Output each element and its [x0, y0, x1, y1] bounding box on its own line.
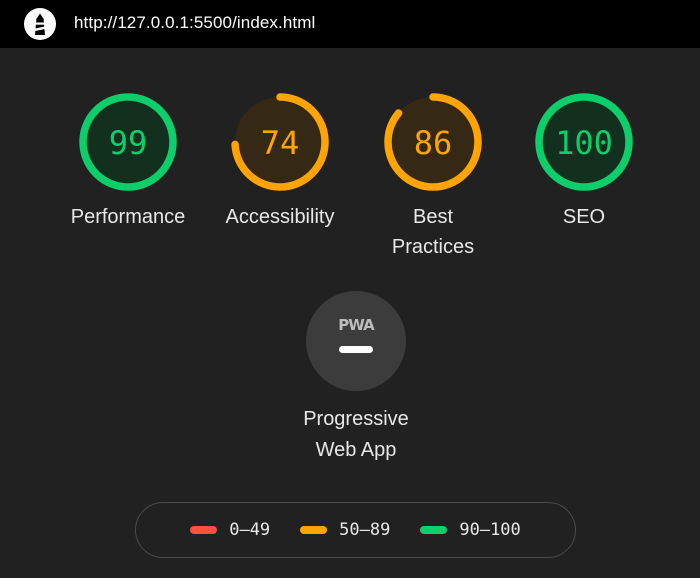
- page-url: http://127.0.0.1:5500/index.html: [74, 13, 316, 32]
- pwa-label: Progressive Web App: [303, 408, 409, 461]
- lighthouse-report: http://127.0.0.1:5500/index.html 99 Perf…: [0, 0, 700, 578]
- score-legend: 0–49 50–89 90–100: [135, 502, 576, 558]
- gauge-performance-label: Performance: [70, 206, 186, 228]
- pwa-badge-icon: PWA: [306, 291, 406, 391]
- gauge-accessibility-label: Accessibility: [225, 206, 335, 228]
- legend-average-swatch: [300, 526, 328, 534]
- gauge-seo-score: 100: [555, 124, 613, 162]
- gauge-best-practices-ring: 86: [384, 93, 482, 191]
- legend-pass-range: 90–100: [459, 520, 521, 540]
- gauge-performance-ring: 99: [79, 93, 177, 191]
- legend-pass: 90–100: [420, 520, 521, 540]
- legend-pass-swatch: [420, 526, 448, 534]
- gauge-performance-score: 99: [109, 124, 148, 162]
- pwa-badge-text: PWA: [338, 316, 375, 334]
- gauge-accessibility-score: 74: [261, 124, 300, 162]
- gauge-best-practices-label: Best Practices: [391, 206, 475, 258]
- gauge-best-practices-score: 86: [414, 124, 453, 162]
- pwa-dash-icon: [339, 346, 373, 353]
- gauge-best-practices[interactable]: 86 Best Practices: [358, 92, 508, 262]
- legend-fail: 0–49: [190, 520, 270, 540]
- gauge-performance[interactable]: 99 Performance: [53, 92, 203, 232]
- legend-fail-swatch: [190, 526, 218, 534]
- legend-average: 50–89: [300, 520, 390, 540]
- gauge-seo-label: SEO: [562, 206, 606, 228]
- legend-fail-range: 0–49: [229, 520, 271, 540]
- gauge-pwa[interactable]: PWA Progressive Web App: [281, 291, 431, 466]
- top-bar: http://127.0.0.1:5500/index.html: [0, 0, 700, 48]
- legend-average-range: 50–89: [339, 520, 391, 540]
- gauge-seo[interactable]: 100 SEO: [509, 92, 659, 232]
- gauge-accessibility-ring: 74: [231, 93, 329, 191]
- gauge-seo-ring: 100: [535, 93, 633, 191]
- lighthouse-icon: [24, 8, 56, 40]
- gauge-accessibility[interactable]: 74 Accessibility: [205, 92, 355, 232]
